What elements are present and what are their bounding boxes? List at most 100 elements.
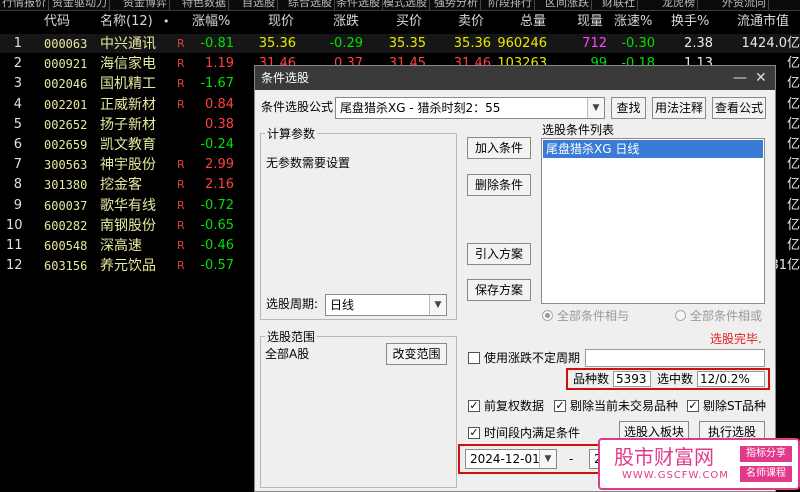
row-index: 2: [13, 56, 22, 71]
margin-mark-icon: R: [177, 219, 185, 232]
top-tab[interactable]: 行情报价: [0, 0, 49, 10]
top-tab[interactable]: 区间涨跌: [543, 0, 592, 10]
top-tab[interactable]: 资金驱动力: [50, 0, 110, 10]
close-icon[interactable]: ✕: [755, 66, 767, 90]
species-count: 5393: [613, 371, 651, 387]
col-name[interactable]: 名称(12): [100, 13, 153, 31]
margin-mark-icon: R: [177, 37, 185, 50]
species-label: 品种数: [573, 372, 610, 386]
delete-condition-button[interactable]: 删除条件: [467, 174, 531, 196]
change-pct: 0.38: [205, 117, 234, 132]
period-label: 选股周期:: [266, 297, 319, 311]
use-period-checkbox[interactable]: [468, 352, 480, 364]
calendar-dropdown-icon[interactable]: ▼: [539, 450, 556, 468]
date-from-picker[interactable]: 2024-12-01 ▼: [465, 449, 557, 469]
col-speed[interactable]: 涨速%: [614, 13, 652, 31]
col-price[interactable]: 现价: [268, 13, 294, 31]
row-index: 1: [13, 36, 22, 51]
stock-name: 扬子新材: [100, 117, 156, 133]
col-turnover[interactable]: 换手%: [671, 13, 709, 31]
top-tab[interactable]: 自选股: [240, 0, 278, 10]
change-pct: -0.46: [200, 238, 234, 253]
col-code[interactable]: 代码: [44, 13, 70, 31]
stock-name: 养元饮品: [100, 258, 156, 274]
condition-list-label: 选股条件列表: [542, 123, 615, 137]
usage-notes-button[interactable]: 用法注释: [652, 97, 706, 119]
stock-code: 603156: [44, 259, 88, 273]
stock-name: 海信家电: [100, 56, 156, 72]
change-pct: -0.24: [200, 137, 234, 152]
col-ask[interactable]: 卖价: [458, 13, 484, 31]
import-scheme-button[interactable]: 引入方案: [467, 243, 531, 265]
row-index: 6: [13, 137, 22, 152]
watermark-title: 股市财富网: [614, 445, 714, 469]
radio-or[interactable]: [675, 310, 686, 321]
change-pct: -0.57: [200, 258, 234, 273]
radio-and[interactable]: [542, 310, 553, 321]
top-tab[interactable]: 龙虎榜: [660, 0, 698, 10]
chevron-down-icon[interactable]: ▼: [587, 98, 604, 118]
forward-adjust-checkbox[interactable]: ✓: [468, 400, 480, 412]
find-button[interactable]: 查找: [611, 97, 646, 119]
remove-untraded-label: 剔除当前未交易品种: [570, 399, 679, 413]
dialog-title: 条件选股: [261, 71, 310, 85]
top-tab[interactable]: 阶段排行: [486, 0, 535, 10]
status-text: 选股完毕.: [710, 332, 762, 346]
period-satisfy-label: 时间段内满足条件: [484, 426, 581, 440]
row-index: 4: [13, 97, 22, 112]
stock-code: 600548: [44, 239, 88, 253]
selected-label: 选中数: [657, 372, 694, 386]
formula-select[interactable]: 尾盘猎杀XG - 猎杀时刻2：55 ▼: [335, 97, 605, 119]
stock-code: 002201: [44, 98, 88, 112]
watermark-url: WWW.GSCFW.COM: [622, 470, 729, 481]
col-market-cap[interactable]: 流通市值: [737, 13, 789, 31]
col-bid[interactable]: 买价: [396, 13, 422, 31]
formula-label: 条件选股公式: [261, 100, 334, 114]
condition-list-item[interactable]: 尾盘猎杀XG 日线: [543, 140, 763, 158]
selected-count: 12/0.2%: [697, 371, 765, 387]
change-range-button[interactable]: 改变范围: [386, 343, 447, 365]
top-tab[interactable]: 资金博弈: [121, 0, 170, 10]
minimize-icon[interactable]: —: [733, 66, 747, 90]
stock-code: 600037: [44, 199, 88, 213]
dialog-titlebar[interactable]: 条件选股 — ✕: [255, 66, 775, 90]
period-input[interactable]: [585, 349, 765, 367]
col-change-pct[interactable]: 涨幅%: [192, 13, 230, 31]
period-select[interactable]: 日线 ▼: [325, 294, 447, 316]
remove-st-label: 剔除ST品种: [703, 399, 766, 413]
remove-st-checkbox[interactable]: ✓: [687, 400, 699, 412]
top-tab[interactable]: 模式选股: [381, 0, 430, 10]
stock-name: 正威新材: [100, 97, 156, 113]
col-volume[interactable]: 总量: [520, 13, 546, 31]
view-formula-button[interactable]: 查看公式: [712, 97, 766, 119]
stock-name: 国机精工: [100, 76, 156, 92]
add-condition-button[interactable]: 加入条件: [467, 137, 531, 159]
top-tab[interactable]: 外资流向: [720, 0, 769, 10]
watermark-tag-2: 名师课程: [740, 466, 792, 482]
range-group-title: 选股范围: [265, 328, 318, 346]
chevron-down-icon[interactable]: ▼: [429, 295, 446, 315]
market-cap: 1424.0亿: [741, 36, 800, 51]
change-pct: -0.81: [200, 36, 234, 51]
row-index: 9: [13, 198, 22, 213]
top-tab[interactable]: 条件选股: [334, 0, 383, 10]
top-tab[interactable]: 特色数据: [180, 0, 229, 10]
period-satisfy-checkbox[interactable]: ✓: [468, 427, 480, 439]
stock-name: 南钢股份: [100, 218, 156, 234]
stock-name: 凯文教育: [100, 137, 156, 153]
top-tab[interactable]: 综合选股: [286, 0, 335, 10]
remove-untraded-checkbox[interactable]: ✓: [554, 400, 566, 412]
stock-code: 002046: [44, 77, 88, 91]
stock-name: 歌华有线: [100, 198, 156, 214]
watermark-logo: 股市财富网 WWW.GSCFW.COM 指标分享 名师课程: [598, 438, 800, 490]
top-tab[interactable]: 财联社: [600, 0, 638, 10]
use-period-label: 使用涨跌不定周期: [484, 351, 581, 365]
row-index: 12: [6, 258, 23, 273]
top-tab[interactable]: 强势分析: [432, 0, 481, 10]
col-change[interactable]: 涨跌: [333, 13, 359, 31]
period-value: 日线: [330, 298, 355, 312]
save-scheme-button[interactable]: 保存方案: [467, 279, 531, 301]
condition-list[interactable]: 尾盘猎杀XG 日线: [541, 138, 765, 304]
margin-mark-icon: R: [177, 98, 185, 111]
col-cur-volume[interactable]: 现量: [577, 13, 603, 31]
